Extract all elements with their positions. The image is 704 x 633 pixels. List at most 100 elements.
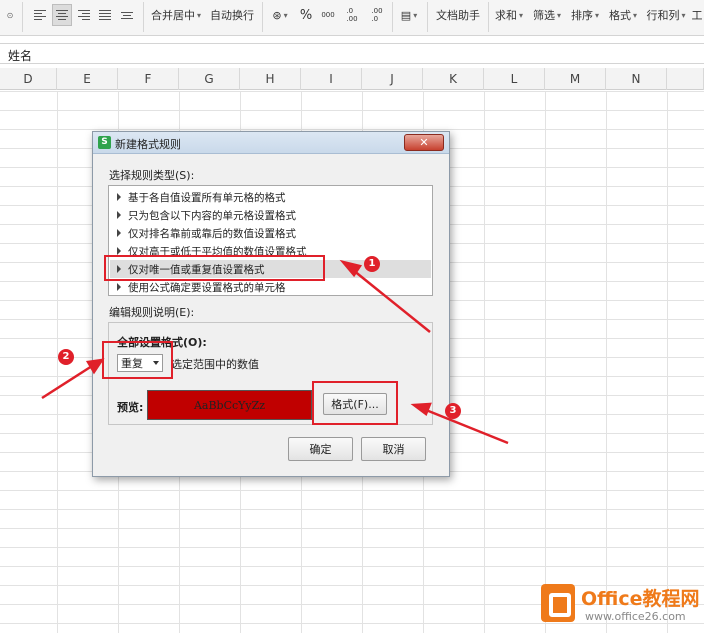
select-suffix-label: 选定范围中的数值 (171, 358, 259, 371)
align-center-button[interactable] (52, 4, 72, 26)
column-header[interactable]: M (545, 68, 606, 90)
ribbon-toolbar: ⊙ 合并居中 ▾ 自动换行 ⊛ ▾ % 000 .0 .00 .00 .0 ▤ ▾ 文… (0, 0, 704, 36)
chevron-down-icon: ▾ (196, 10, 201, 20)
chevron-down-icon: ▾ (594, 10, 599, 20)
chevron-down-icon: ▾ (413, 10, 418, 20)
tools-label: 工 (691, 9, 703, 22)
sort-label: 排序 (570, 9, 593, 22)
formula-bar-value: 姓名 (8, 49, 33, 63)
rule-type-text: 仅对排名靠前或靠后的数值设置格式 (128, 227, 296, 240)
highlight-box-3 (312, 381, 398, 425)
watermark: Office教程网 www.office26.com (537, 582, 700, 628)
format-menu-label: 格式 (608, 9, 631, 22)
chevron-down-icon: ▾ (681, 10, 686, 20)
list-item[interactable]: 只为包含以下内容的单元格设置格式 (110, 206, 431, 224)
column-header[interactable]: H (240, 68, 301, 90)
chevron-down-icon: ▾ (556, 10, 561, 20)
justify-icon (99, 10, 111, 20)
chevron-down-icon: ▾ (283, 10, 288, 20)
chevron-down-icon: ▾ (632, 10, 637, 20)
list-item[interactable]: 仅对排名靠前或靠后的数值设置格式 (110, 224, 431, 242)
auto-wrap-button[interactable]: 自动换行 (208, 4, 256, 26)
rule-type-text: 只为包含以下内容的单元格设置格式 (128, 209, 296, 222)
office-logo-icon (541, 584, 575, 622)
rule-type-label: 选择规则类型(S): (109, 169, 195, 182)
percent-button[interactable]: % (296, 4, 316, 26)
sum-button[interactable]: 求和 ▾ (493, 4, 525, 26)
filter-button[interactable]: 筛选 ▾ (531, 4, 563, 26)
step-badge-2: 2 (58, 349, 74, 365)
sum-label: 求和 (494, 9, 517, 22)
ok-button[interactable]: 确定 (288, 437, 353, 461)
thousands-button[interactable]: 000 (318, 4, 338, 26)
distributed-icon (121, 11, 133, 19)
decimal-increase-label: .0 .00 (346, 7, 358, 23)
rule-type-text: 使用公式确定要设置格式的单元格 (128, 281, 286, 294)
format-preview: AaBbCcYyZz (147, 390, 312, 420)
align-left-button[interactable] (30, 4, 50, 26)
merge-center-button[interactable]: 合并居中 ▾ (150, 4, 202, 26)
column-header-partial[interactable] (667, 68, 704, 90)
cell-style-button[interactable]: ▤ ▾ (397, 4, 421, 26)
watermark-url: www.office26.com (585, 610, 686, 623)
column-header-row: D E F G H I J K L M N (0, 68, 704, 90)
column-header[interactable]: I (301, 68, 362, 90)
column-header[interactable]: K (423, 68, 484, 90)
decimal-increase-button[interactable]: .0 .00 (341, 4, 363, 26)
column-header[interactable]: N (606, 68, 667, 90)
column-header[interactable]: J (362, 68, 423, 90)
rule-type-text: 基于各自值设置所有单元格的格式 (128, 191, 286, 204)
column-header[interactable]: G (179, 68, 240, 90)
dialog-title: 新建格式规则 (115, 138, 181, 151)
cancel-button[interactable]: 取消 (361, 437, 426, 461)
doc-helper-button[interactable]: 文档助手 (433, 4, 483, 26)
column-header[interactable]: E (57, 68, 118, 90)
triangle-right-icon (117, 283, 121, 291)
currency-button[interactable]: ⊛ ▾ (268, 4, 292, 26)
close-button[interactable]: ✕ (404, 134, 444, 151)
align-right-icon (78, 10, 90, 20)
column-header[interactable]: D (0, 68, 57, 90)
distributed-button[interactable] (117, 4, 137, 26)
table-icon: ▤ (400, 8, 412, 22)
align-right-button[interactable] (74, 4, 94, 26)
preview-label: 预览: (117, 401, 144, 414)
row-col-button[interactable]: 行和列 ▾ (645, 4, 687, 26)
thousands-icon: 000 (321, 11, 335, 19)
justify-button[interactable] (95, 4, 115, 26)
step-badge-1: 1 (364, 256, 380, 272)
column-header[interactable]: L (484, 68, 545, 90)
preview-text: AaBbCcYyZz (193, 398, 266, 412)
auto-wrap-label: 自动换行 (210, 9, 254, 22)
dialog-titlebar[interactable]: S 新建格式规则 ✕ (93, 132, 449, 154)
align-left-icon (34, 10, 46, 20)
align-center-icon (56, 10, 68, 20)
triangle-right-icon (117, 211, 121, 219)
step-badge-3: 3 (445, 403, 461, 419)
chevron-down-icon: ▾ (518, 10, 523, 20)
wps-app-icon: S (98, 136, 111, 149)
triangle-right-icon (117, 229, 121, 237)
new-format-rule-dialog: S 新建格式规则 ✕ 选择规则类型(S): 基于各自值设置所有单元格的格式 只为… (92, 131, 450, 477)
doc-helper-label: 文档助手 (436, 9, 480, 22)
percent-label: % (299, 7, 313, 23)
currency-icon: ⊛ (272, 8, 282, 22)
watermark-title: Office教程网 (581, 588, 700, 610)
format-menu-button[interactable]: 格式 ▾ (607, 4, 639, 26)
ok-button-label: 确定 (309, 443, 332, 456)
column-header[interactable]: F (118, 68, 179, 90)
merge-center-label: 合并居中 (150, 9, 195, 22)
highlight-box-2 (102, 341, 173, 379)
cancel-button-label: 取消 (382, 443, 405, 456)
formula-bar[interactable]: 姓名 (0, 43, 704, 64)
list-item[interactable]: 基于各自值设置所有单元格的格式 (110, 188, 431, 206)
ribbon-scroll-left[interactable]: ⊙ (0, 4, 18, 26)
decimal-decrease-button[interactable]: .00 .0 (366, 4, 388, 26)
triangle-right-icon (117, 193, 121, 201)
tools-button[interactable]: 工 (690, 4, 704, 26)
decimal-decrease-label: .00 .0 (371, 7, 383, 23)
highlight-box-1 (104, 255, 325, 281)
row-col-label: 行和列 (646, 9, 680, 22)
sort-button[interactable]: 排序 ▾ (569, 4, 601, 26)
edit-rule-label: 编辑规则说明(E): (109, 306, 195, 319)
